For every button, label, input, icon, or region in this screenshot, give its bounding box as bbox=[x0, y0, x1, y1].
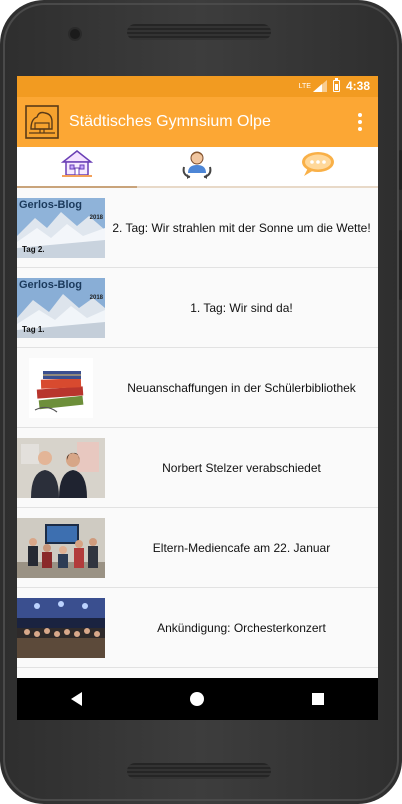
signal-icon bbox=[312, 80, 327, 92]
thumb-tag: Tag 1. bbox=[22, 324, 45, 334]
status-bar: LTE 4:38 bbox=[17, 76, 378, 97]
status-time: 4:38 bbox=[345, 79, 370, 93]
thumb-title: Gerlos-Blog bbox=[19, 278, 82, 291]
school-logo-icon bbox=[25, 105, 59, 139]
tab-news[interactable] bbox=[17, 147, 138, 188]
school-house-icon bbox=[60, 149, 94, 184]
thumb-year: 2018 bbox=[89, 294, 103, 301]
home-circle-icon[interactable] bbox=[177, 679, 217, 719]
news-item[interactable]: Eltern-Mediencafe am 22. Januar bbox=[17, 508, 378, 588]
contact-person-icon bbox=[180, 147, 214, 186]
back-triangle-icon[interactable] bbox=[57, 679, 97, 719]
chat-bubble-icon bbox=[300, 150, 336, 183]
news-item[interactable]: Gerlos-Blog 2018 Tag 1. 1. Tag: Wir sind… bbox=[17, 268, 378, 348]
network-type: LTE bbox=[298, 82, 311, 90]
front-camera bbox=[68, 27, 82, 41]
battery-icon bbox=[332, 78, 340, 92]
top-speaker bbox=[127, 24, 271, 40]
app-title: Städtisches Gymnsium Olpe bbox=[69, 113, 271, 130]
news-title: Norbert Stelzer verabschiedet bbox=[162, 460, 321, 475]
news-thumbnail bbox=[17, 517, 105, 578]
app-bar: Städtisches Gymnsium Olpe bbox=[17, 97, 378, 147]
news-item[interactable]: Gerlos-Blog 2018 Tag 2. 2. Tag: Wir stra… bbox=[17, 188, 378, 268]
more-vert-icon[interactable] bbox=[348, 107, 372, 137]
news-thumbnail: Gerlos-Blog 2018 Tag 1. bbox=[17, 277, 105, 338]
news-title: Eltern-Mediencafe am 22. Januar bbox=[152, 540, 331, 555]
news-item[interactable]: Ankündigung: Orchesterkonzert bbox=[17, 588, 378, 668]
thumb-title: Gerlos-Blog bbox=[19, 198, 82, 211]
tab-contact[interactable] bbox=[137, 147, 257, 186]
news-title: Ankündigung: Orchesterkonzert bbox=[157, 620, 326, 635]
news-item[interactable]: Neuanschaffungen in der Schülerbibliothe… bbox=[17, 348, 378, 428]
tab-bar bbox=[17, 147, 378, 188]
news-thumbnail: Gerlos-Blog 2018 Tag 2. bbox=[17, 197, 105, 258]
news-item[interactable]: Norbert Stelzer verabschiedet bbox=[17, 428, 378, 508]
recents-square-icon[interactable] bbox=[298, 679, 338, 719]
app-screen: LTE 4:38 Städtisches Gymnsium Olpe Gerlo… bbox=[17, 76, 378, 720]
news-list: Gerlos-Blog 2018 Tag 2. 2. Tag: Wir stra… bbox=[17, 188, 378, 668]
news-title: 1. Tag: Wir sind da! bbox=[190, 300, 293, 315]
news-thumbnail bbox=[17, 597, 105, 658]
thumb-tag: Tag 2. bbox=[22, 244, 45, 254]
tab-chat[interactable] bbox=[258, 147, 378, 186]
bottom-speaker bbox=[127, 763, 271, 779]
news-title: 2. Tag: Wir strahlen mit der Sonne um di… bbox=[112, 220, 371, 235]
news-thumbnail bbox=[17, 357, 105, 418]
news-title: Neuanschaffungen in der Schülerbibliothe… bbox=[127, 380, 356, 395]
thumb-year: 2018 bbox=[89, 214, 103, 221]
news-thumbnail bbox=[17, 437, 105, 498]
system-nav-bar bbox=[17, 678, 378, 720]
